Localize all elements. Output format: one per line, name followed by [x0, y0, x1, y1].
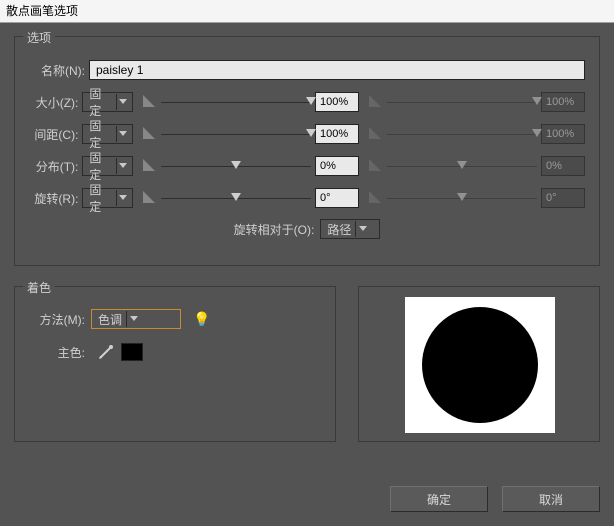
size-row: 大小(Z): 固定 100% 100% [29, 91, 585, 113]
scatter-slider-b [387, 159, 537, 173]
chevron-down-icon [126, 311, 141, 327]
flip-icon [143, 95, 157, 109]
window-title: 散点画笔选项 [6, 4, 78, 18]
ok-button-label: 确定 [427, 491, 451, 508]
chevron-down-icon [116, 190, 130, 206]
rotation-slider-b [387, 191, 537, 205]
method-label: 方法(M): [29, 311, 85, 328]
scatter-mode-select[interactable]: 固定 [82, 156, 133, 176]
chevron-down-icon [116, 126, 130, 142]
spacing-slider-a-unit: 100% [143, 124, 359, 144]
spacing-value-b: 100% [541, 124, 585, 144]
scatter-slider-b-unit: 0% [369, 156, 585, 176]
flip-icon [369, 127, 383, 141]
scatter-mode-value: 固定 [89, 149, 111, 183]
size-value-b: 100% [541, 92, 585, 112]
size-slider-b [387, 95, 537, 109]
options-legend: 选项 [23, 29, 55, 46]
flip-icon [143, 191, 157, 205]
name-row: 名称(N): [29, 59, 585, 81]
rotation-slider-a[interactable] [161, 191, 311, 205]
scatter-value-a[interactable]: 0% [315, 156, 359, 176]
size-value-a[interactable]: 100% [315, 92, 359, 112]
preview-shape [422, 307, 538, 423]
size-label: 大小(Z): [29, 94, 78, 111]
method-row: 方法(M): 色调 💡 [29, 309, 321, 329]
tip-icon[interactable]: 💡 [193, 311, 210, 328]
size-slider-b-unit: 100% [369, 92, 585, 112]
name-input[interactable] [89, 60, 585, 80]
dialog-window: 散点画笔选项 选项 名称(N): 大小(Z): 固定 100% [0, 0, 614, 526]
rotation-slider-a-unit: 0° [143, 188, 359, 208]
dialog-content: 选项 名称(N): 大小(Z): 固定 100% [14, 36, 600, 512]
method-select[interactable]: 色调 [91, 309, 181, 329]
rotation-value-b: 0° [541, 188, 585, 208]
scatter-label: 分布(T): [29, 158, 78, 175]
rotation-row: 旋转(R): 固定 0° 0° [29, 187, 585, 209]
spacing-slider-b-unit: 100% [369, 124, 585, 144]
cancel-button[interactable]: 取消 [502, 486, 600, 512]
scatter-slider-a-unit: 0% [143, 156, 359, 176]
rotation-value-a[interactable]: 0° [315, 188, 359, 208]
key-color-row: 主色: [29, 343, 321, 361]
rotation-label: 旋转(R): [29, 190, 78, 207]
key-color-swatch[interactable] [121, 343, 143, 361]
rotate-relative-row: 旋转相对于(O): 路径 [29, 219, 585, 239]
rotation-mode-value: 固定 [89, 181, 111, 215]
flip-icon [143, 159, 157, 173]
chevron-down-icon [116, 94, 130, 110]
spacing-mode-select[interactable]: 固定 [82, 124, 133, 144]
rotate-relative-value: 路径 [327, 221, 351, 238]
chevron-down-icon [116, 158, 130, 174]
chevron-down-icon [355, 221, 370, 237]
spacing-row: 间距(C): 固定 100% 100% [29, 123, 585, 145]
scatter-value-b: 0% [541, 156, 585, 176]
scatter-row: 分布(T): 固定 0% 0% [29, 155, 585, 177]
spacing-slider-b [387, 127, 537, 141]
preview-group [358, 286, 600, 442]
name-label: 名称(N): [29, 62, 85, 79]
spacing-mode-value: 固定 [89, 117, 111, 151]
rotation-mode-select[interactable]: 固定 [82, 188, 133, 208]
shading-group: 着色 方法(M): 色调 💡 主色: [14, 286, 336, 442]
size-mode-select[interactable]: 固定 [82, 92, 133, 112]
spacing-label: 间距(C): [29, 126, 78, 143]
size-slider-a-unit: 100% [143, 92, 359, 112]
title-bar: 散点画笔选项 [0, 0, 614, 23]
flip-icon [369, 95, 383, 109]
options-group: 选项 名称(N): 大小(Z): 固定 100% [14, 36, 600, 266]
scatter-slider-a[interactable] [161, 159, 311, 173]
eyedropper-icon[interactable] [97, 343, 115, 361]
key-color-label: 主色: [29, 344, 85, 361]
dialog-buttons: 确定 取消 [390, 486, 600, 512]
spacing-value-a[interactable]: 100% [315, 124, 359, 144]
preview-canvas [405, 297, 555, 433]
rotate-relative-label: 旋转相对于(O): [234, 221, 315, 238]
cancel-button-label: 取消 [539, 491, 563, 508]
size-slider-a[interactable] [161, 95, 311, 109]
flip-icon [143, 127, 157, 141]
flip-icon [369, 159, 383, 173]
method-value: 色调 [98, 311, 122, 328]
shading-legend: 着色 [23, 279, 55, 296]
rotate-relative-select[interactable]: 路径 [320, 219, 380, 239]
flip-icon [369, 191, 383, 205]
ok-button[interactable]: 确定 [390, 486, 488, 512]
size-mode-value: 固定 [89, 85, 111, 119]
spacing-slider-a[interactable] [161, 127, 311, 141]
rotation-slider-b-unit: 0° [369, 188, 585, 208]
